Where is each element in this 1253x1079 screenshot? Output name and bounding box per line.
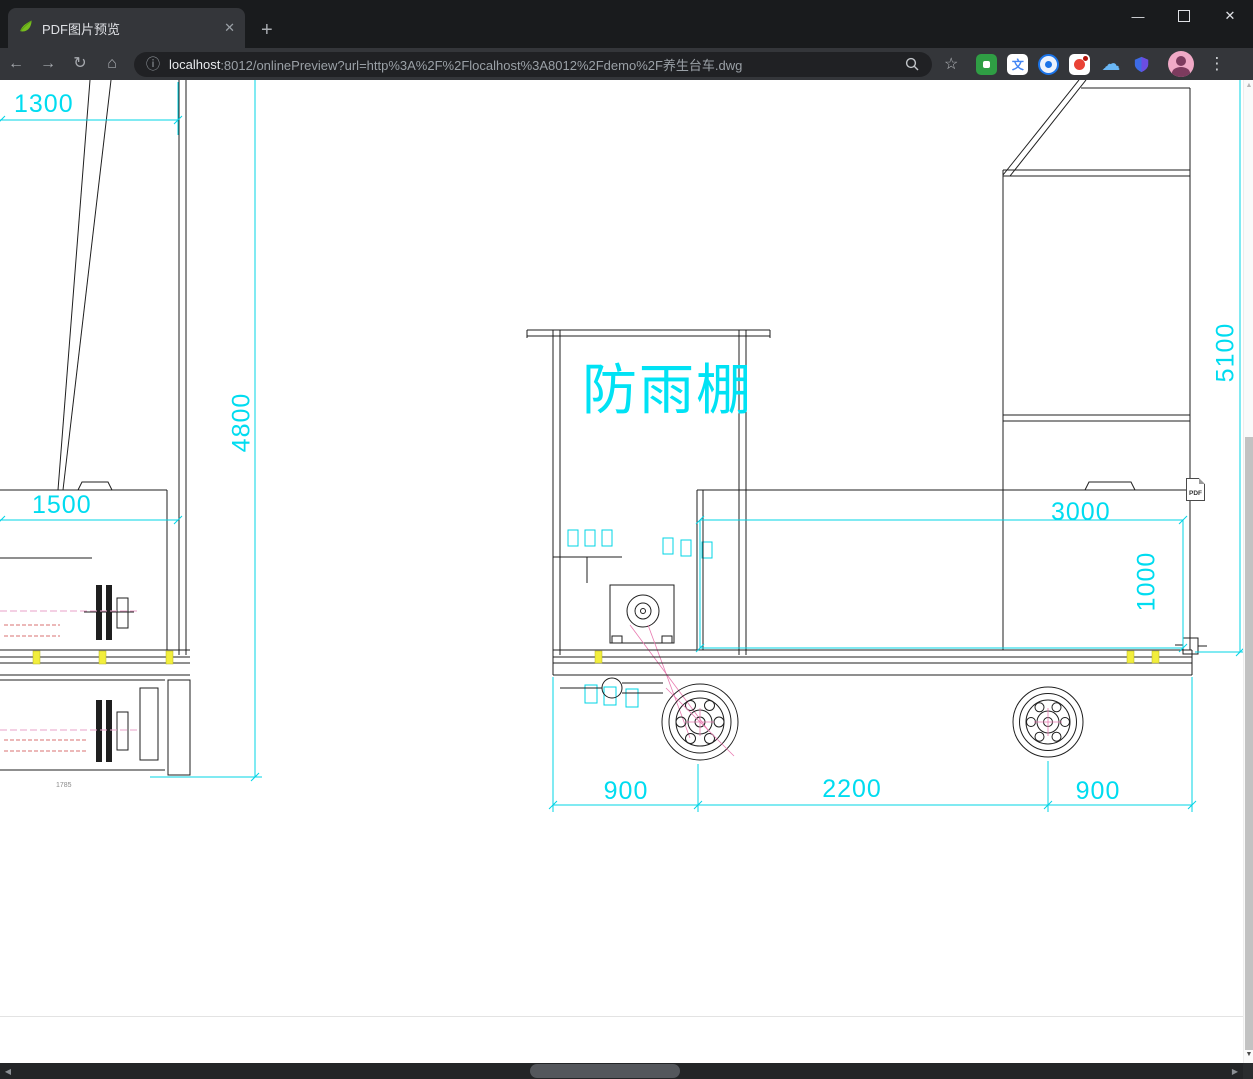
- red-badge-extension-icon[interactable]: [1069, 53, 1091, 75]
- cloud-extension-icon[interactable]: ☁: [1100, 54, 1121, 75]
- address-bar[interactable]: ⓘ localhost:8012/onlinePreview?url=http%…: [134, 51, 932, 77]
- dim-1300: 1300: [14, 90, 74, 118]
- tab-close-icon[interactable]: ✕: [224, 20, 235, 36]
- dim-4800: 4800: [227, 392, 256, 453]
- spring-leaf-favicon-icon: [18, 18, 34, 39]
- browser-tab[interactable]: PDF图片预览 ✕: [8, 8, 245, 48]
- reload-button-icon[interactable]: ↻: [64, 56, 96, 72]
- preview-page-edge: [0, 1016, 1243, 1017]
- cad-left-dimensions: [0, 80, 262, 782]
- page-content: 1300 4800 1500 防雨棚 5100 3000 1000 900 22…: [0, 80, 1243, 1063]
- maximize-button[interactable]: [1161, 0, 1207, 32]
- horizontal-scrollbar-thumb[interactable]: [530, 1064, 680, 1078]
- profile-avatar[interactable]: [1168, 51, 1195, 77]
- dim-1785: 1785: [56, 782, 72, 789]
- vertical-scrollbar[interactable]: ▲ ▼: [1243, 80, 1253, 1063]
- scroll-down-icon[interactable]: ▼: [1244, 1051, 1253, 1058]
- cad-left-view: [0, 80, 191, 776]
- back-button-icon[interactable]: ←: [0, 56, 32, 72]
- cad-drawing: [0, 80, 1243, 812]
- horizontal-scrollbar[interactable]: ◀ ▶: [0, 1063, 1243, 1079]
- dim-1000: 1000: [1132, 551, 1161, 612]
- scroll-left-icon[interactable]: ◀: [0, 1063, 16, 1079]
- bookmark-star-icon[interactable]: ☆: [944, 54, 958, 74]
- dim-1500: 1500: [32, 491, 92, 519]
- pdf-file-icon[interactable]: PDF: [1186, 478, 1205, 501]
- browser-menu-icon[interactable]: ⋮: [1208, 54, 1225, 74]
- dim-3000: 3000: [1051, 498, 1111, 526]
- url-host: localhost: [169, 56, 221, 72]
- forward-button-icon[interactable]: →: [32, 56, 64, 72]
- browser-toolbar: ← → ↻ ⌂ ⓘ localhost:8012/onlinePreview?u…: [0, 48, 1253, 80]
- tab-title: PDF图片预览: [42, 21, 121, 37]
- scrollbar-corner: [1243, 1063, 1253, 1079]
- maximize-icon: [1178, 10, 1190, 22]
- cad-wheels: [661, 683, 1084, 761]
- extensions-row: 文 ☁: [976, 53, 1152, 75]
- close-button[interactable]: ✕: [1207, 0, 1253, 32]
- window-titlebar: PDF图片预览 ✕ + — ✕: [0, 0, 1253, 48]
- rain-shelter-label: 防雨棚: [582, 359, 754, 421]
- window-controls: — ✕: [1115, 0, 1253, 32]
- vertical-scrollbar-thumb[interactable]: [1245, 437, 1253, 1050]
- dim-2200: 2200: [822, 775, 882, 803]
- dim-900-left: 900: [603, 777, 649, 805]
- green-extension-icon[interactable]: [976, 53, 998, 75]
- url-path: :8012/onlinePreview?url=http%3A%2F%2Floc…: [220, 57, 743, 73]
- cad-side-dimensions: [548, 80, 1243, 812]
- translate-extension-icon[interactable]: 文: [1007, 53, 1029, 75]
- page-info-icon[interactable]: ⓘ: [146, 54, 160, 74]
- scroll-right-icon[interactable]: ▶: [1227, 1063, 1243, 1079]
- dim-5100: 5100: [1211, 322, 1240, 383]
- scroll-up-icon[interactable]: ▲: [1244, 82, 1253, 89]
- home-button-icon[interactable]: ⌂: [96, 56, 128, 72]
- pdf-badge-label: PDF: [1189, 490, 1202, 497]
- blue-circle-extension-icon[interactable]: [1038, 53, 1060, 75]
- shield-extension-icon[interactable]: [1131, 54, 1152, 75]
- minimize-button[interactable]: —: [1115, 0, 1161, 32]
- new-tab-button[interactable]: +: [261, 20, 273, 40]
- zoom-icon[interactable]: [905, 57, 920, 75]
- dim-900-right: 900: [1075, 777, 1121, 805]
